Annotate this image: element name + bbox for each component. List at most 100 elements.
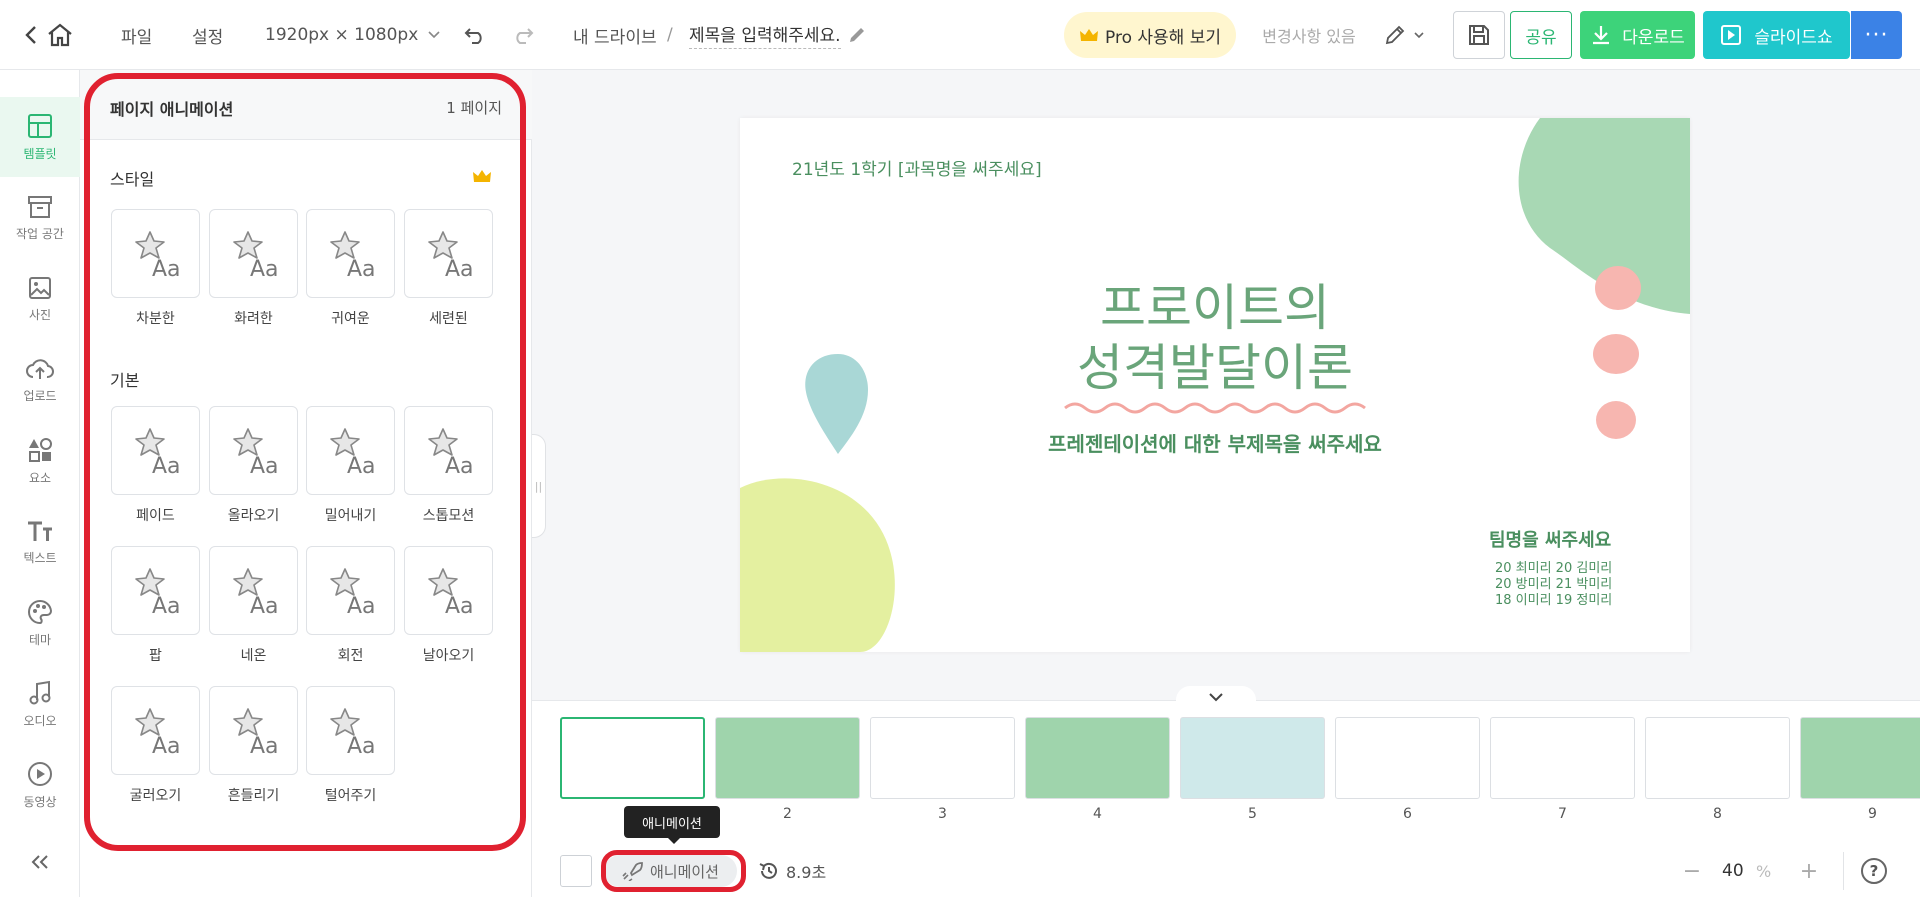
course-text[interactable]: 21년도 1학기 [과목명을 써주세요] bbox=[792, 155, 1042, 180]
page-thumbnail[interactable] bbox=[1490, 717, 1635, 799]
page-number: 4 bbox=[1093, 806, 1102, 822]
more-options-button[interactable]: ··· bbox=[1851, 11, 1902, 59]
back-icon[interactable] bbox=[24, 0, 38, 70]
animation-option-card[interactable]: Aa bbox=[306, 546, 395, 635]
changes-status: 변경사항 있음 bbox=[1262, 27, 1356, 46]
sidebar-item-template[interactable]: 템플릿 bbox=[0, 97, 80, 177]
sidebar-item-workspace[interactable]: 작업 공간 bbox=[0, 178, 80, 258]
panel-resize-handle[interactable]: || bbox=[532, 434, 546, 538]
sidebar-item-photo[interactable]: 사진 bbox=[0, 259, 80, 339]
svg-text:Aa: Aa bbox=[152, 454, 181, 479]
animation-option-card[interactable]: Aa bbox=[209, 686, 298, 775]
style-section-label: 스타일 bbox=[110, 170, 155, 189]
video-play-icon bbox=[28, 761, 52, 786]
member-line[interactable]: 18 이미리 19 정미리 bbox=[1495, 593, 1612, 609]
page-thumbnail[interactable] bbox=[1025, 717, 1170, 799]
animation-option-card[interactable]: Aa bbox=[306, 209, 395, 298]
animation-option-card[interactable]: Aa bbox=[306, 406, 395, 495]
select-page-checkbox[interactable] bbox=[560, 855, 592, 887]
page-thumbnail[interactable] bbox=[1335, 717, 1480, 799]
title-line-2[interactable]: 성격발달이론 bbox=[740, 328, 1690, 400]
animation-tooltip: 애니메이션 bbox=[624, 806, 720, 844]
animation-option-card[interactable]: Aa bbox=[306, 686, 395, 775]
animation-option-label: 세련된 bbox=[429, 311, 468, 327]
help-button[interactable]: ? bbox=[1861, 858, 1887, 884]
save-icon bbox=[1469, 25, 1489, 45]
sidebar-item-label: 작업 공간 bbox=[16, 226, 64, 241]
pro-trial-label: Pro 사용해 보기 bbox=[1105, 27, 1221, 48]
breadcrumb-drive[interactable]: 내 드라이브 bbox=[573, 0, 657, 70]
collapse-sidebar-button[interactable] bbox=[0, 842, 80, 882]
animation-option-card[interactable]: Aa bbox=[404, 209, 493, 298]
sidebar-item-label: 오디오 bbox=[23, 713, 57, 728]
page-thumbnail[interactable] bbox=[715, 717, 860, 799]
divider bbox=[1843, 852, 1844, 890]
animation-option-label: 화려한 bbox=[234, 311, 273, 327]
page-thumbnail[interactable] bbox=[870, 717, 1015, 799]
animation-option-card[interactable]: Aa bbox=[209, 406, 298, 495]
animation-option-card[interactable]: Aa bbox=[404, 546, 493, 635]
page-thumbnail[interactable] bbox=[1800, 717, 1920, 799]
animation-option-card[interactable]: Aa bbox=[404, 406, 493, 495]
animation-option-card[interactable]: Aa bbox=[209, 546, 298, 635]
share-button[interactable]: 공유 bbox=[1510, 11, 1572, 59]
zoom-in-button[interactable]: + bbox=[1797, 855, 1821, 887]
page-thumbnail[interactable] bbox=[560, 717, 705, 799]
crown-icon bbox=[473, 170, 491, 182]
slideshow-label: 슬라이드쇼 bbox=[1754, 27, 1833, 48]
svg-text:Aa: Aa bbox=[445, 454, 474, 479]
redo-icon[interactable] bbox=[512, 0, 534, 70]
animation-button[interactable]: 애니메이션 bbox=[604, 855, 737, 887]
zoom-value[interactable]: 40 bbox=[1722, 855, 1744, 887]
animation-option-label: 밀어내기 bbox=[324, 508, 377, 524]
sidebar-item-upload[interactable]: 업로드 bbox=[0, 340, 80, 420]
svg-text:Aa: Aa bbox=[152, 257, 181, 282]
save-button[interactable] bbox=[1453, 11, 1505, 59]
pro-trial-button[interactable]: Pro 사용해 보기 bbox=[1064, 12, 1236, 58]
home-icon[interactable] bbox=[46, 0, 74, 70]
document-title-input[interactable]: 제목을 입력해주세요. bbox=[689, 0, 867, 70]
workspace-icon bbox=[28, 195, 52, 218]
canvas-size-value: 1920px × 1080px bbox=[265, 25, 419, 45]
pen-tool-button[interactable] bbox=[1382, 11, 1426, 59]
sidebar-item-text[interactable]: 텍스트 bbox=[0, 502, 80, 582]
animation-option-label: 네온 bbox=[240, 648, 267, 664]
page-duration[interactable]: 8.9초 bbox=[758, 855, 826, 887]
team-name-text[interactable]: 팀명을 써주세요 bbox=[1489, 526, 1611, 552]
panel-header: 페이지 애니메이션 1 페이지 bbox=[80, 70, 532, 140]
sidebar-item-theme[interactable]: 테마 bbox=[0, 583, 80, 663]
file-menu[interactable]: 파일 bbox=[121, 0, 152, 70]
chevron-down-icon bbox=[428, 31, 440, 39]
zoom-out-button[interactable]: − bbox=[1680, 855, 1704, 887]
member-line[interactable]: 20 최미리 20 김미리 bbox=[1495, 561, 1612, 577]
breadcrumb-separator: / bbox=[667, 25, 673, 45]
collapse-filmstrip-button[interactable] bbox=[1176, 686, 1256, 708]
settings-menu[interactable]: 설정 bbox=[192, 0, 223, 70]
animation-option-card[interactable]: Aa bbox=[111, 406, 200, 495]
animation-option-card[interactable]: Aa bbox=[111, 546, 200, 635]
download-button[interactable]: 다운로드 bbox=[1580, 11, 1695, 59]
sidebar-item-audio[interactable]: 오디오 bbox=[0, 664, 80, 744]
sidebar-item-video[interactable]: 동영상 bbox=[0, 745, 80, 825]
animation-preview-icon: Aa bbox=[233, 708, 279, 759]
animation-option-card[interactable]: Aa bbox=[209, 209, 298, 298]
sidebar-item-elements[interactable]: 요소 bbox=[0, 421, 80, 501]
svg-text:Aa: Aa bbox=[445, 594, 474, 619]
sidebar-item-label: 테마 bbox=[28, 632, 52, 647]
double-chevron-left-icon bbox=[31, 855, 48, 869]
animation-option-card[interactable]: Aa bbox=[111, 209, 200, 298]
page-thumbnail[interactable] bbox=[1645, 717, 1790, 799]
slide-canvas[interactable]: 21년도 1학기 [과목명을 써주세요] 프로이트의 성격발달이론 프레젠테이션… bbox=[740, 118, 1690, 652]
animation-preview-icon: Aa bbox=[233, 231, 279, 282]
animation-option-label: 굴러오기 bbox=[129, 788, 182, 804]
svg-text:Aa: Aa bbox=[347, 594, 376, 619]
page-thumbnail[interactable] bbox=[1180, 717, 1325, 799]
undo-icon[interactable] bbox=[464, 0, 486, 70]
slideshow-button[interactable]: 슬라이드쇼 bbox=[1703, 11, 1850, 59]
member-line[interactable]: 20 방미리 21 박미리 bbox=[1495, 577, 1612, 593]
subtitle-text[interactable]: 프레젠테이션에 대한 부제목을 써주세요 bbox=[740, 428, 1690, 457]
animation-preview-icon: Aa bbox=[135, 428, 181, 479]
animation-preview-icon: Aa bbox=[135, 568, 181, 619]
animation-option-card[interactable]: Aa bbox=[111, 686, 200, 775]
canvas-size-select[interactable]: 1920px × 1080px bbox=[265, 0, 440, 70]
